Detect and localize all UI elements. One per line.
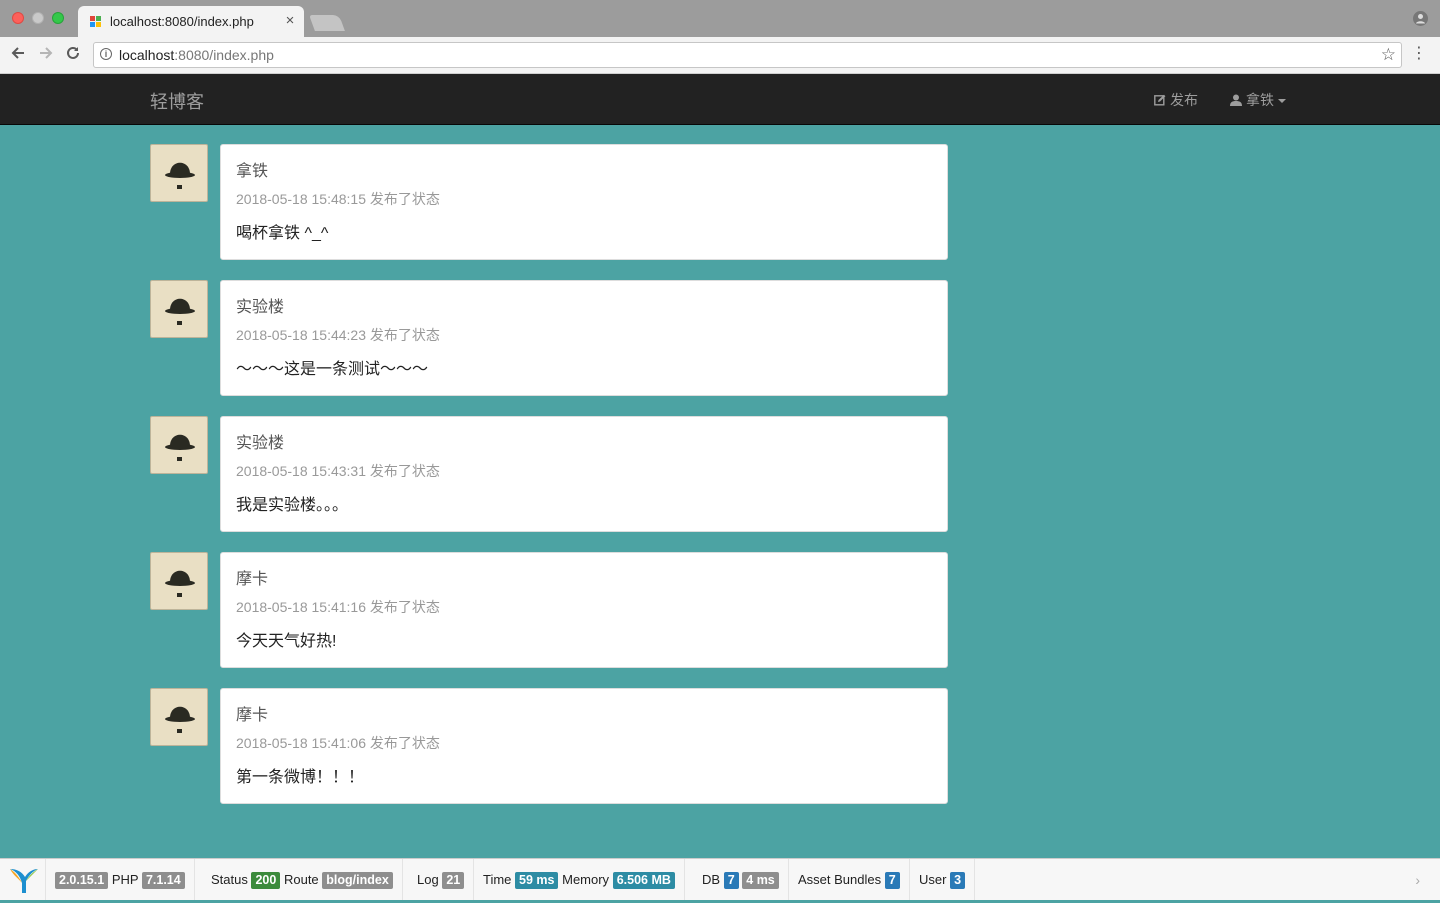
favicon-icon <box>90 16 102 28</box>
post-item: 摩卡 2018-05-18 15:41:16 发布了状态 今天天气好热! <box>150 552 948 668</box>
post-meta: 2018-05-18 15:41:06 发布了状态 <box>236 735 440 751</box>
post-content: 第一条微博！！！ <box>236 769 365 786</box>
post-card: 拿铁 2018-05-18 15:48:15 发布了状态 喝杯拿铁 ^_^ <box>220 144 948 260</box>
info-icon[interactable]: i <box>100 48 112 60</box>
status-badge: 200 <box>251 872 281 889</box>
post-content: 我是实验楼。。。 <box>236 497 349 514</box>
post-meta: 2018-05-18 15:43:31 发布了状态 <box>236 463 440 479</box>
post-card: 实验楼 2018-05-18 15:44:23 发布了状态 ～～～这是一条测试～… <box>220 280 948 396</box>
php-label: PHP <box>111 872 139 887</box>
user-block[interactable]: User 3 <box>910 859 976 900</box>
close-window-button[interactable] <box>12 12 24 24</box>
user-name: 拿铁 <box>1246 92 1274 108</box>
log-block[interactable]: Log 21 <box>408 859 475 900</box>
browser-toolbar: i localhost:8080/index.php ☆ ⋮ <box>0 37 1440 74</box>
forward-button[interactable] <box>36 45 56 65</box>
profiling-block[interactable]: Time 59 ms Memory 6.506 MB <box>474 859 685 900</box>
tab-title: localhost:8080/index.php <box>110 14 254 29</box>
php-version-badge: 7.1.14 <box>141 872 185 889</box>
caret-down-icon <box>1278 99 1286 104</box>
back-button[interactable] <box>8 45 28 65</box>
memory-label: Memory <box>562 872 610 887</box>
browser-tab-strip: localhost:8080/index.php × <box>0 0 1440 37</box>
bowler-hat-icon <box>165 162 195 189</box>
tab-close-icon[interactable]: × <box>282 12 298 29</box>
avatar[interactable] <box>150 144 208 202</box>
post-author[interactable]: 摩卡 <box>236 565 268 589</box>
arrow-right-icon <box>40 47 53 59</box>
post-author[interactable]: 拿铁 <box>236 157 268 181</box>
new-tab-button[interactable] <box>309 15 345 31</box>
yii-version-badge: 2.0.15.1 <box>55 872 109 889</box>
yii-logo-icon[interactable] <box>0 859 46 900</box>
time-label: Time <box>483 872 512 887</box>
brand-link[interactable]: 轻博客 <box>150 88 204 114</box>
bowler-hat-icon <box>165 434 195 461</box>
post-content: 今天天气好热! <box>236 633 337 650</box>
db-time-badge: 4 ms <box>742 872 779 889</box>
post-author[interactable]: 实验楼 <box>236 429 284 453</box>
chevron-right-icon[interactable]: › <box>1415 872 1420 888</box>
assets-count-badge: 7 <box>884 872 900 889</box>
request-block[interactable]: Status 200 Route blog/index <box>202 859 403 900</box>
avatar[interactable] <box>150 552 208 610</box>
post-card: 实验楼 2018-05-18 15:43:31 发布了状态 我是实验楼。。。 <box>220 416 948 532</box>
version-block[interactable]: 2.0.15.1 PHP 7.1.14 <box>46 859 195 900</box>
zoom-window-button[interactable] <box>52 12 64 24</box>
publish-label: 发布 <box>1170 92 1198 108</box>
post-meta: 2018-05-18 15:41:16 发布了状态 <box>236 599 440 615</box>
assets-block[interactable]: Asset Bundles 7 <box>789 859 910 900</box>
log-label: Log <box>417 872 439 887</box>
post-meta: 2018-05-18 15:44:23 发布了状态 <box>236 327 440 343</box>
debug-toolbar: 2.0.15.1 PHP 7.1.14 Status 200 Route blo… <box>0 858 1440 900</box>
post-item: 实验楼 2018-05-18 15:43:31 发布了状态 我是实验楼。。。 <box>150 416 948 532</box>
log-count-badge: 21 <box>442 872 465 889</box>
star-icon[interactable]: ☆ <box>1381 45 1396 65</box>
time-badge: 59 ms <box>515 872 559 889</box>
post-author[interactable]: 摩卡 <box>236 701 268 725</box>
post-item: 摩卡 2018-05-18 15:41:06 发布了状态 第一条微博！！！ <box>150 688 948 804</box>
kebab-menu-icon[interactable]: ⋮ <box>1411 46 1427 62</box>
address-bar[interactable]: i localhost:8080/index.php ☆ <box>93 42 1402 68</box>
post-content: 喝杯拿铁 ^_^ <box>236 225 329 242</box>
minimize-window-button[interactable] <box>32 12 44 24</box>
reload-button[interactable] <box>63 45 83 65</box>
avatar[interactable] <box>150 416 208 474</box>
db-count-badge: 7 <box>723 872 739 889</box>
post-card: 摩卡 2018-05-18 15:41:16 发布了状态 今天天气好热! <box>220 552 948 668</box>
bowler-hat-icon <box>165 570 195 597</box>
arrow-left-icon <box>11 47 24 59</box>
browser-tab[interactable]: localhost:8080/index.php × <box>78 6 304 37</box>
post-author[interactable]: 实验楼 <box>236 293 284 317</box>
bowler-hat-icon <box>165 298 195 325</box>
memory-badge: 6.506 MB <box>612 872 675 889</box>
post-card: 摩卡 2018-05-18 15:41:06 发布了状态 第一条微博！！！ <box>220 688 948 804</box>
user-icon <box>1230 94 1242 106</box>
user-id-badge: 3 <box>950 872 966 889</box>
user-dropdown[interactable]: 拿铁 <box>1230 90 1286 110</box>
route-label: Route <box>283 872 319 887</box>
post-meta: 2018-05-18 15:48:15 发布了状态 <box>236 191 440 207</box>
publish-link[interactable]: 发布 <box>1154 90 1198 110</box>
url-text[interactable]: localhost:8080/index.php <box>119 47 274 63</box>
bowler-hat-icon <box>165 706 195 733</box>
post-item: 实验楼 2018-05-18 15:44:23 发布了状态 ～～～这是一条测试～… <box>150 280 948 396</box>
assets-label: Asset Bundles <box>798 872 882 887</box>
db-label: DB <box>702 872 721 887</box>
app-navbar: 轻博客 发布 拿铁 <box>0 74 1440 125</box>
post-feed: 拿铁 2018-05-18 15:48:15 发布了状态 喝杯拿铁 ^_^ 实验… <box>150 144 948 824</box>
avatar[interactable] <box>150 688 208 746</box>
reload-icon <box>67 46 79 59</box>
debug-user-label: User <box>919 872 947 887</box>
edit-icon <box>1154 94 1166 106</box>
profile-icon[interactable] <box>1413 11 1428 26</box>
post-item: 拿铁 2018-05-18 15:48:15 发布了状态 喝杯拿铁 ^_^ <box>150 144 948 260</box>
route-badge: blog/index <box>322 872 393 889</box>
status-label: Status <box>211 872 248 887</box>
post-content: ～～～这是一条测试～～～ <box>236 361 429 378</box>
db-block[interactable]: DB 7 4 ms <box>693 859 789 900</box>
avatar[interactable] <box>150 280 208 338</box>
